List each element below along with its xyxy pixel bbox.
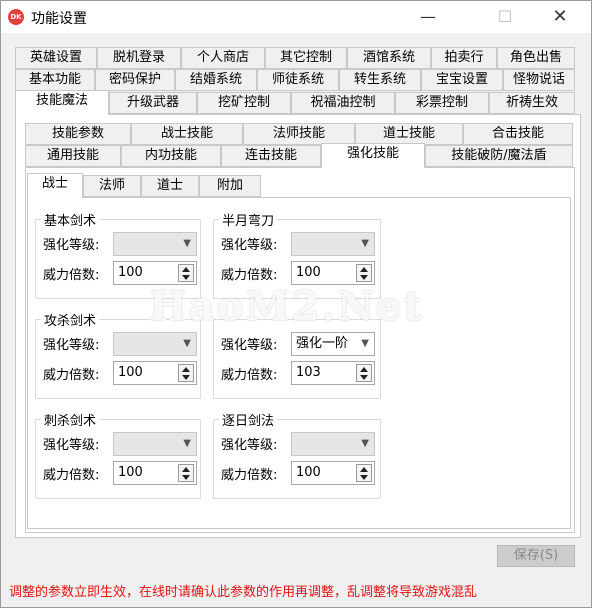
level-select-attack-slay[interactable]: ▼ xyxy=(113,332,197,356)
group-title-half-moon: 半月弯刀 xyxy=(219,210,278,229)
tab-skill-magic[interactable]: 技能魔法 xyxy=(15,90,109,115)
close-icon[interactable]: ✕ xyxy=(537,1,583,33)
group-attack-slay xyxy=(35,319,201,399)
tab-additional[interactable]: 附加 xyxy=(199,175,261,197)
window-title: 功能设置 xyxy=(31,11,87,27)
tab-personal-shop[interactable]: 个人商店 xyxy=(181,47,265,69)
level-select-basic-sword[interactable]: ▼ xyxy=(113,232,197,256)
tab-password-protect[interactable]: 密码保护 xyxy=(95,69,175,91)
tab-other-control[interactable]: 其它控制 xyxy=(265,47,347,69)
tab-mentor-system[interactable]: 师徒系统 xyxy=(257,69,339,91)
level-label: 强化等级: xyxy=(221,338,278,353)
tab-taoist-skills[interactable]: 道士技能 xyxy=(355,123,463,145)
group-sun-chase xyxy=(213,419,381,499)
tab-reincarnation-system[interactable]: 转生系统 xyxy=(339,69,421,91)
level-select-half-moon[interactable]: ▼ xyxy=(291,232,375,256)
power-spinner-sun-chase[interactable]: 100 xyxy=(291,461,375,485)
watermark: HaoM2.Net xyxy=(149,283,424,330)
power-spinner-obscured[interactable]: 103 xyxy=(291,361,375,385)
power-label: 威力倍数: xyxy=(43,468,100,483)
power-label: 威力倍数: xyxy=(221,268,278,283)
maximize-icon: ☐ xyxy=(497,7,513,26)
tab-marriage-system[interactable]: 结婚系统 xyxy=(175,69,257,91)
app-logo-icon: DK xyxy=(8,9,24,25)
chevron-down-icon: ▼ xyxy=(183,238,191,249)
tab-skill-params[interactable]: 技能参数 xyxy=(25,123,131,145)
tab-warrior-skills[interactable]: 战士技能 xyxy=(131,123,243,145)
tab-role-sale[interactable]: 角色出售 xyxy=(497,47,575,69)
level-label: 强化等级: xyxy=(43,238,100,253)
tab-lottery-control[interactable]: 彩票控制 xyxy=(395,92,489,114)
level-label: 强化等级: xyxy=(43,338,100,353)
status-warning-text: 调整的参数立即生效，在线时请确认此参数的作用再调整，乱调整将导致游戏混乱 xyxy=(9,585,478,600)
tab-tavern-system[interactable]: 酒馆系统 xyxy=(347,47,431,69)
tab-mage-skills[interactable]: 法师技能 xyxy=(243,123,355,145)
level-select-sun-chase[interactable]: ▼ xyxy=(291,432,375,456)
tab-monster-talk[interactable]: 怪物说话 xyxy=(503,69,575,91)
tab-mage[interactable]: 法师 xyxy=(83,175,141,197)
spin-arrows-icon[interactable] xyxy=(178,464,194,482)
tab-combo-skills[interactable]: 合击技能 xyxy=(463,123,573,145)
tab-chain-skills[interactable]: 连击技能 xyxy=(221,145,321,167)
power-label: 威力倍数: xyxy=(43,368,100,383)
spin-arrows-icon[interactable] xyxy=(356,464,372,482)
tab-bless-oil-control[interactable]: 祝福油控制 xyxy=(291,92,395,114)
group-obscured xyxy=(213,319,381,399)
minimize-icon[interactable]: — xyxy=(405,1,451,33)
chevron-down-icon: ▼ xyxy=(183,438,191,449)
tab-taoist[interactable]: 道士 xyxy=(141,175,199,197)
save-button[interactable]: 保存(S) xyxy=(497,545,575,567)
power-spinner-attack-slay[interactable]: 100 xyxy=(113,361,197,385)
settings-window: DK 功能设置 — ☐ ✕ 英雄设置 脱机登录 个人商店 其它控制 酒馆系统 拍… xyxy=(0,0,592,608)
chevron-down-icon: ▼ xyxy=(183,338,191,349)
chevron-down-icon: ▼ xyxy=(361,238,369,249)
level-select-obscured[interactable]: 强化一阶 ▼ xyxy=(291,332,375,356)
tab-basic-functions[interactable]: 基本功能 xyxy=(15,69,95,91)
group-title-basic-sword: 基本剑术 xyxy=(41,210,100,229)
tab-warrior[interactable]: 战士 xyxy=(27,173,83,198)
chevron-down-icon: ▼ xyxy=(361,338,369,349)
spin-arrows-icon[interactable] xyxy=(178,364,194,382)
tab-hero-settings[interactable]: 英雄设置 xyxy=(15,47,97,69)
spin-arrows-icon[interactable] xyxy=(356,364,372,382)
power-spinner-basic-sword[interactable]: 100 xyxy=(113,261,197,285)
group-assassinate xyxy=(35,419,201,499)
tab-skill-armor-break[interactable]: 技能破防/魔法盾 xyxy=(425,145,573,167)
level-select-assassinate[interactable]: ▼ xyxy=(113,432,197,456)
group-title-assassinate: 刺杀剑术 xyxy=(41,410,100,429)
tab-pet-settings[interactable]: 宝宝设置 xyxy=(421,69,503,91)
level-label: 强化等级: xyxy=(221,238,278,253)
title-bar: DK 功能设置 — ☐ ✕ xyxy=(1,1,591,33)
level-label: 强化等级: xyxy=(43,438,100,453)
tab-mining-control[interactable]: 挖矿控制 xyxy=(197,92,291,114)
power-label: 威力倍数: xyxy=(221,468,278,483)
power-label: 威力倍数: xyxy=(43,268,100,283)
tab-prayer-effect[interactable]: 祈祷生效 xyxy=(489,92,575,114)
group-title-attack-slay: 攻杀剑术 xyxy=(41,310,100,329)
power-spinner-half-moon[interactable]: 100 xyxy=(291,261,375,285)
power-label: 威力倍数: xyxy=(221,368,278,383)
tab-enhance-skills[interactable]: 强化技能 xyxy=(321,143,425,168)
tab-internal-skills[interactable]: 内功技能 xyxy=(121,145,221,167)
spin-arrows-icon[interactable] xyxy=(178,264,194,282)
level-label: 强化等级: xyxy=(221,438,278,453)
group-title-sun-chase: 逐日剑法 xyxy=(219,410,278,429)
tab-upgrade-weapon[interactable]: 升级武器 xyxy=(109,92,197,114)
tab-offline-login[interactable]: 脱机登录 xyxy=(97,47,181,69)
tab-auction[interactable]: 拍卖行 xyxy=(431,47,497,69)
chevron-down-icon: ▼ xyxy=(361,438,369,449)
spin-arrows-icon[interactable] xyxy=(356,264,372,282)
power-spinner-assassinate[interactable]: 100 xyxy=(113,461,197,485)
tab-general-skills[interactable]: 通用技能 xyxy=(25,145,121,167)
